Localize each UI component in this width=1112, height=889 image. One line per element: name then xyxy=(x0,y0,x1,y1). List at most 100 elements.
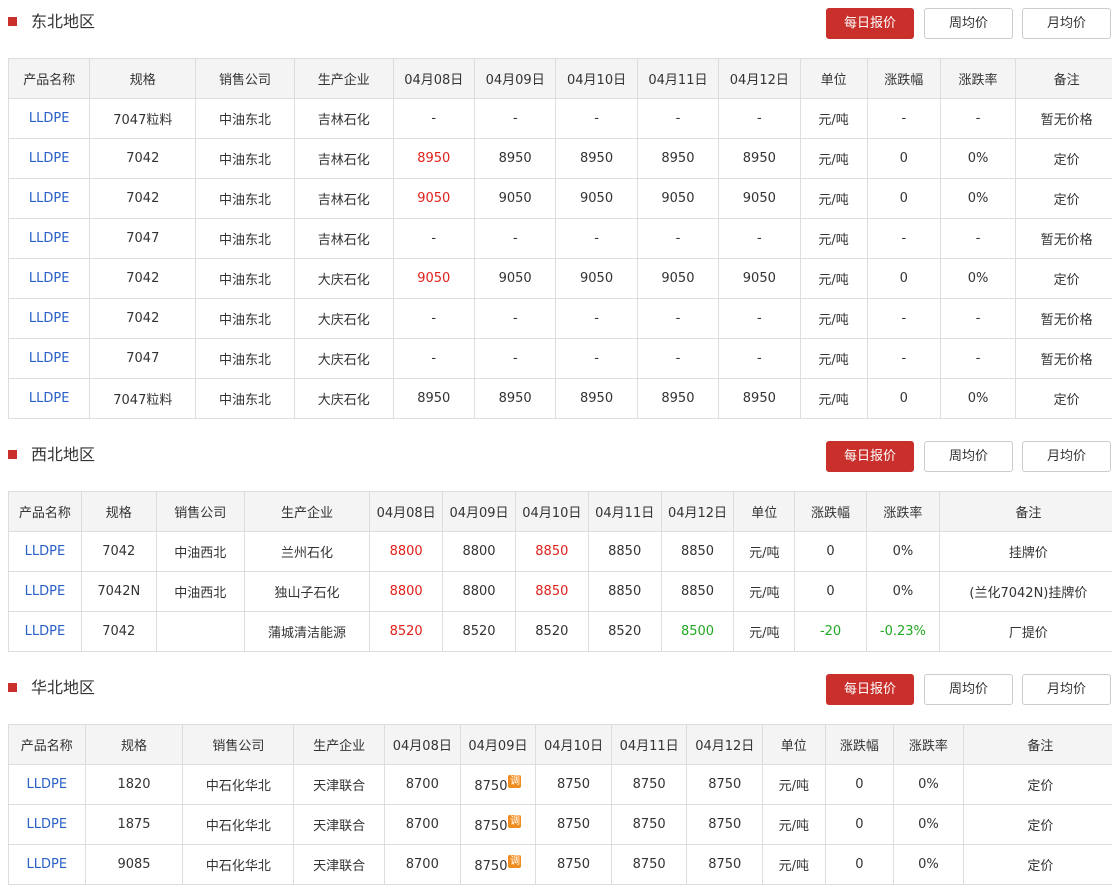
cell-value: 0 xyxy=(855,777,864,792)
column-header-product: 产品名称 xyxy=(7,58,91,99)
cell-value: 9050 xyxy=(742,271,776,286)
cell-spec: 7047粒料 xyxy=(89,378,197,419)
cell-price-d2: - xyxy=(473,218,557,259)
product-link[interactable]: LLDPE xyxy=(25,544,66,559)
cell-value: -20 xyxy=(819,624,842,639)
daily-price-button[interactable]: 每日报价 xyxy=(826,441,914,472)
cell-price-d4: 9050 xyxy=(636,178,720,219)
cell-value: 大庆石化 xyxy=(317,273,370,288)
cell-price-d1: - xyxy=(392,298,475,339)
column-header-producer: 生产企业 xyxy=(293,58,394,99)
cell-spec: 7042 xyxy=(89,178,197,219)
cell-value: - xyxy=(512,311,518,326)
cell-value: 大庆石化 xyxy=(317,353,370,368)
cell-value: 1820 xyxy=(117,777,151,792)
product-link[interactable]: LLDPE xyxy=(29,151,70,166)
cell-value: 0% xyxy=(892,584,914,599)
cell-value: 8520 xyxy=(462,624,496,639)
cell-value: 8750 xyxy=(556,857,591,872)
cell-value: 7047 xyxy=(126,351,160,366)
cell-remark: 厂提价 xyxy=(938,611,1112,652)
cell-value: - xyxy=(975,111,981,126)
product-link[interactable]: LLDPE xyxy=(25,584,66,599)
cell-change: - xyxy=(866,218,941,259)
product-link[interactable]: LLDPE xyxy=(27,777,68,792)
cell-value: 中石化华北 xyxy=(205,859,271,874)
column-header-price-d3: 04月10日 xyxy=(555,58,638,99)
cell-value: 中石化华北 xyxy=(205,819,271,834)
cell-value: 8500 xyxy=(680,624,715,639)
cell-spec: 7042N xyxy=(80,571,157,612)
cell-value: 9050 xyxy=(661,191,695,206)
section-header: 华北地区 每日报价 周均价 月均价 xyxy=(0,668,1112,708)
cell-spec: 7042 xyxy=(80,531,157,572)
monthly-avg-button[interactable]: 月均价 xyxy=(1022,441,1111,472)
cell-price-d1: 8520 xyxy=(369,611,444,652)
cell-price-d4: - xyxy=(636,98,720,139)
cell-price-d3: - xyxy=(555,218,638,259)
cell-value: 8950 xyxy=(661,391,695,406)
product-link[interactable]: LLDPE xyxy=(27,857,68,872)
weekly-avg-button[interactable]: 周均价 xyxy=(924,674,1013,705)
cell-value: - xyxy=(901,311,907,326)
cell-value: 8750 xyxy=(708,817,742,832)
cell-producer: 天津联合 xyxy=(293,844,386,885)
cell-value: 暂无价格 xyxy=(1040,233,1093,248)
section-header: 西北地区 每日报价 周均价 月均价 xyxy=(0,435,1112,475)
product-link[interactable]: LLDPE xyxy=(29,391,70,406)
region-northeast: 东北地区 每日报价 周均价 月均价 产品名称 规格 销售公司 生产企业 04月08日 04… xyxy=(0,2,1112,419)
product-link[interactable]: LLDPE xyxy=(29,111,70,126)
daily-price-button[interactable]: 每日报价 xyxy=(826,674,914,705)
product-link[interactable]: LLDPE xyxy=(25,624,66,639)
table-row: LLDPE 7047 中油东北 大庆石化 - - - - - 元/吨 - - 暂无价格 xyxy=(7,338,1112,379)
cell-price-d5: 8750 xyxy=(686,844,764,885)
product-link[interactable]: LLDPE xyxy=(29,231,70,246)
cell-producer: 兰州石化 xyxy=(243,531,371,572)
cell-value: 7042 xyxy=(126,271,160,286)
cell-product: LLDPE xyxy=(7,138,91,179)
cell-price-d3: 8950 xyxy=(555,378,638,419)
product-link[interactable]: LLDPE xyxy=(29,271,70,286)
cell-value: 兰州石化 xyxy=(280,546,333,561)
weekly-avg-button[interactable]: 周均价 xyxy=(924,8,1013,39)
cell-product: LLDPE xyxy=(8,764,86,805)
cell-price-d4: - xyxy=(636,218,720,259)
cell-unit: 元/吨 xyxy=(733,531,796,572)
monthly-avg-button[interactable]: 月均价 xyxy=(1022,8,1111,39)
cell-value: 定价 xyxy=(1053,273,1080,288)
monthly-avg-button[interactable]: 月均价 xyxy=(1022,674,1111,705)
cell-price-d3: - xyxy=(555,98,638,139)
table-row: LLDPE 7042 蒲城清洁能源 8520 8520 8520 8520 8500 元/吨 -2… xyxy=(8,611,1112,652)
cell-unit: 元/吨 xyxy=(733,611,796,652)
cell-price-d5: - xyxy=(718,338,801,379)
cell-price-d4: 8750 xyxy=(610,804,688,845)
cell-value: 9050 xyxy=(580,271,614,286)
cell-value: - xyxy=(756,231,762,246)
cell-sales-company: 中油东北 xyxy=(195,378,295,419)
weekly-avg-button[interactable]: 周均价 xyxy=(924,441,1013,472)
product-link[interactable]: LLDPE xyxy=(29,191,70,206)
cell-value: 8750 xyxy=(632,857,666,872)
daily-price-button[interactable]: 每日报价 xyxy=(826,8,914,39)
cell-price-d5: 8850 xyxy=(660,531,735,572)
header-row: 产品名称 规格 销售公司 生产企业 04月08日 04月09日 04月10日 04月11日 04… xyxy=(8,724,1112,765)
product-link[interactable]: LLDPE xyxy=(29,351,70,366)
table-row: LLDPE 1820 中石化华北 天津联合 8700 8750 调 8750 8750 8750 元… xyxy=(8,764,1112,805)
cell-value: - xyxy=(901,351,907,366)
product-link[interactable]: LLDPE xyxy=(27,817,68,832)
cell-value: 8850 xyxy=(535,584,569,599)
header-row: 产品名称 规格 销售公司 生产企业 04月08日 04月09日 04月10日 04月11日 04… xyxy=(7,58,1112,99)
product-link[interactable]: LLDPE xyxy=(29,311,70,326)
cell-remark: 暂无价格 xyxy=(1015,298,1112,339)
cell-value: - xyxy=(594,351,599,366)
cell-value: 暂无价格 xyxy=(1040,353,1093,368)
column-header-price-d5: 04月12日 xyxy=(660,491,735,532)
cell-price-d1: 8700 xyxy=(384,804,461,845)
cell-price-d3: 8750 xyxy=(535,764,612,805)
cell-change: 0 xyxy=(866,178,941,219)
cell-change-rate: -0.23% xyxy=(865,611,940,652)
cell-value: 暂无价格 xyxy=(1040,113,1093,128)
cell-spec: 7047 xyxy=(89,218,197,259)
column-header-price-d2: 04月09日 xyxy=(442,491,516,532)
cell-remark: 挂牌价 xyxy=(938,531,1112,572)
